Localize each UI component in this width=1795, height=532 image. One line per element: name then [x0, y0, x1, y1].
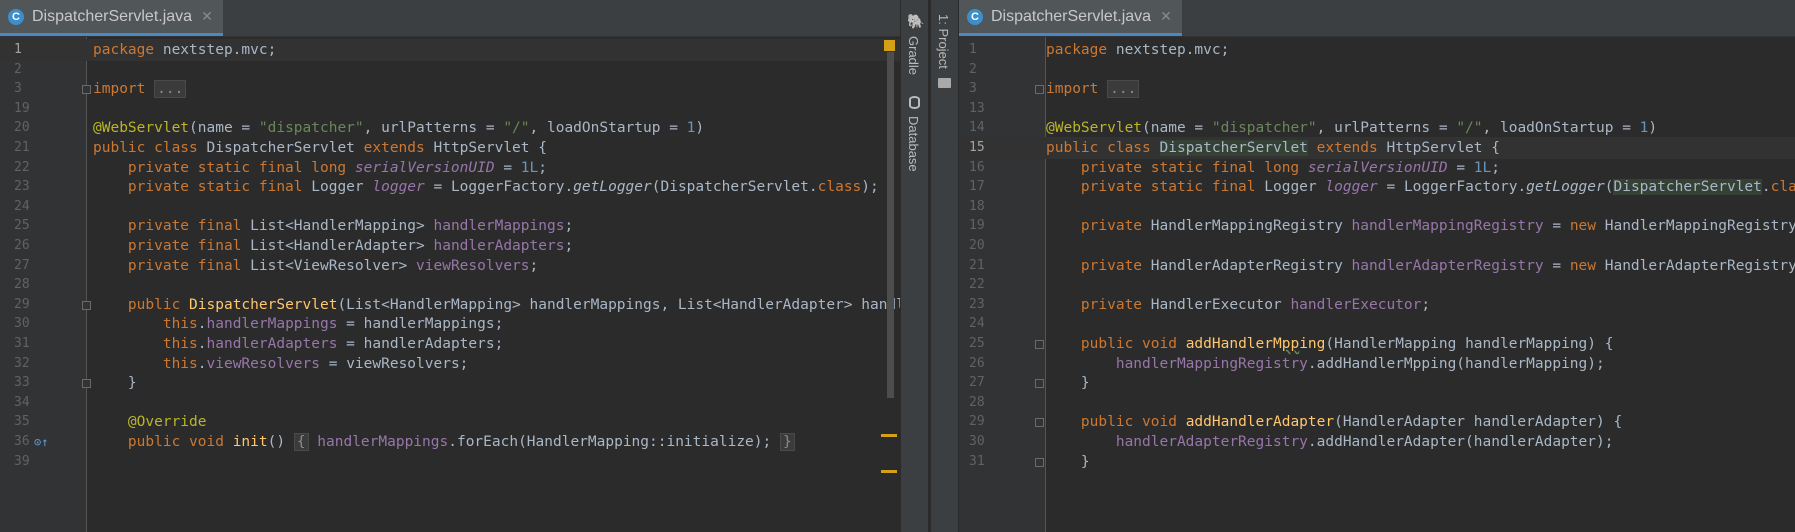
left-tool-strip: 🐘 Gradle Database [900, 0, 928, 532]
fold-marker-icon[interactable] [1035, 379, 1044, 389]
fold-marker-icon[interactable] [1035, 85, 1044, 95]
fold-marker-icon[interactable] [82, 85, 91, 95]
line-number: 39 [14, 453, 30, 469]
right-tab-bar: C DispatcherServlet.java ✕ [959, 0, 1795, 37]
right-tool-strip: 1: Project [930, 0, 958, 532]
fold-marker-icon[interactable] [82, 379, 91, 389]
database-tool-button[interactable]: Database [906, 116, 921, 172]
fold-marker-icon[interactable] [82, 300, 91, 310]
right-tab-title: DispatcherServlet.java [991, 7, 1152, 25]
project-tool-button[interactable]: 1: Project [936, 14, 951, 69]
error-stripe-mark[interactable] [881, 470, 897, 473]
fold-marker-icon[interactable] [1035, 418, 1044, 428]
gradle-icon[interactable]: 🐘 [907, 14, 924, 30]
close-icon[interactable]: ✕ [1160, 8, 1172, 25]
right-file-tab[interactable]: C DispatcherServlet.java ✕ [959, 0, 1182, 36]
left-tab-title: DispatcherServlet.java [32, 7, 193, 25]
error-stripe-mark[interactable] [881, 434, 897, 437]
close-icon[interactable]: ✕ [201, 8, 213, 25]
left-tab-bar: C DispatcherServlet.java ✕ [0, 0, 900, 37]
gradle-tool-button[interactable]: Gradle [906, 36, 921, 75]
code-line[interactable]: 39 [0, 451, 900, 473]
code-line[interactable]: 31 } [959, 451, 1795, 473]
code-text[interactable]: } [1046, 451, 1090, 473]
fold-marker-icon[interactable] [1035, 457, 1044, 467]
left-file-tab[interactable]: C DispatcherServlet.java ✕ [0, 0, 223, 36]
right-editor-pane: C DispatcherServlet.java ✕ 1 package next… [959, 0, 1795, 532]
line-number: 31 [969, 453, 985, 469]
class-icon: C [967, 8, 983, 25]
warning-marker[interactable] [884, 40, 895, 51]
left-scrollbar[interactable] [887, 52, 894, 398]
fold-marker-icon[interactable] [1035, 340, 1044, 349]
left-editor-pane: C DispatcherServlet.java ✕ 1 package next… [0, 0, 900, 532]
class-icon: C [8, 8, 24, 25]
database-icon[interactable] [909, 96, 920, 109]
folder-icon[interactable] [938, 78, 951, 88]
